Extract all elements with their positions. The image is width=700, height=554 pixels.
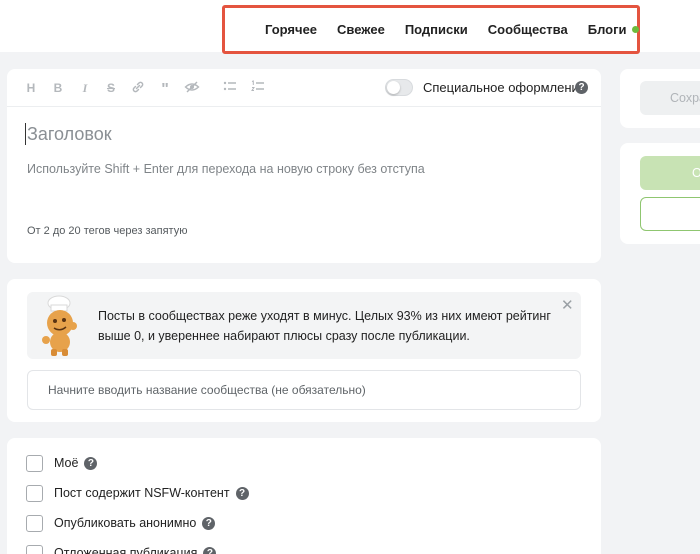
post-body-input[interactable]: Используйте Shift + Enter для перехода н… bbox=[27, 162, 425, 176]
heading-icon[interactable]: H bbox=[23, 80, 39, 96]
special-design-toggle[interactable] bbox=[385, 79, 413, 96]
numbered-list-icon[interactable] bbox=[250, 80, 266, 96]
help-icon[interactable]: ? bbox=[84, 456, 98, 470]
help-icon[interactable]: ? bbox=[203, 546, 217, 554]
toggle-knob bbox=[387, 81, 400, 94]
help-icon[interactable]: ? bbox=[575, 81, 588, 94]
nav-blogs[interactable]: Блоги bbox=[588, 22, 639, 37]
help-icon[interactable]: ? bbox=[235, 486, 249, 500]
option-nsfw[interactable]: Пост содержит NSFW-контент ? bbox=[26, 484, 249, 502]
option-mine[interactable]: Моё ? bbox=[26, 454, 98, 472]
checkbox[interactable] bbox=[26, 544, 43, 554]
bold-icon[interactable]: B bbox=[50, 80, 66, 96]
community-section: Посты в сообществах реже уходят в минус.… bbox=[7, 279, 601, 422]
community-search-input[interactable]: Начните вводить название сообщества (не … bbox=[27, 370, 581, 410]
secondary-button[interactable] bbox=[640, 197, 700, 231]
checkbox[interactable] bbox=[26, 514, 43, 532]
checkbox[interactable] bbox=[26, 454, 43, 472]
option-label: Отложенная публикация bbox=[54, 546, 198, 554]
publish-button[interactable]: О bbox=[640, 156, 700, 190]
chef-mascot-icon bbox=[42, 295, 77, 356]
community-notice: Посты в сообществах реже уходят в минус.… bbox=[27, 292, 581, 359]
hide-icon[interactable] bbox=[184, 80, 200, 96]
post-options: Моё ? Пост содержит NSFW-контент ? Опубл… bbox=[7, 438, 601, 554]
new-indicator-dot bbox=[631, 26, 639, 33]
option-label: Моё bbox=[54, 456, 79, 470]
option-anonymous[interactable]: Опубликовать анонимно ? bbox=[26, 514, 216, 532]
checkbox[interactable] bbox=[26, 484, 43, 502]
special-design-label: Специальное оформление bbox=[423, 80, 587, 95]
editor-toolbar: H B I S " Специальное оформление ? bbox=[7, 69, 601, 107]
tags-input[interactable]: От 2 до 20 тегов через запятую bbox=[27, 225, 187, 237]
post-editor: H B I S " Специальное оформление ? Загол… bbox=[7, 69, 601, 263]
top-header: Горячее Свежее Подписки Сообщества Блоги bbox=[0, 0, 700, 54]
sidebar-publish-card: О bbox=[620, 143, 700, 244]
post-title-input[interactable]: Заголовок bbox=[25, 123, 565, 145]
link-icon[interactable] bbox=[130, 80, 146, 96]
nav-hot[interactable]: Горячее bbox=[265, 22, 317, 37]
nav-fresh[interactable]: Свежее bbox=[337, 22, 385, 37]
nav-communities[interactable]: Сообщества bbox=[488, 22, 568, 37]
save-draft-button[interactable]: Сохра bbox=[640, 81, 700, 115]
strikethrough-icon[interactable]: S bbox=[103, 80, 119, 96]
option-scheduled[interactable]: Отложенная публикация ? bbox=[26, 544, 217, 554]
nav-blogs-label: Блоги bbox=[587, 22, 627, 37]
nav-subscriptions[interactable]: Подписки bbox=[405, 22, 468, 37]
close-icon[interactable]: ✕ bbox=[561, 296, 574, 314]
notice-text: Посты в сообществах реже уходят в минус.… bbox=[98, 309, 551, 343]
italic-icon[interactable]: I bbox=[77, 80, 93, 96]
quote-icon[interactable]: " bbox=[157, 80, 173, 98]
option-label: Опубликовать анонимно bbox=[54, 516, 197, 530]
bullet-list-icon[interactable] bbox=[222, 80, 238, 96]
help-icon[interactable]: ? bbox=[202, 516, 216, 530]
option-label: Пост содержит NSFW-контент bbox=[54, 486, 230, 500]
main-nav: Горячее Свежее Подписки Сообщества Блоги bbox=[222, 5, 640, 54]
sidebar-save-card: Сохра bbox=[620, 69, 700, 128]
